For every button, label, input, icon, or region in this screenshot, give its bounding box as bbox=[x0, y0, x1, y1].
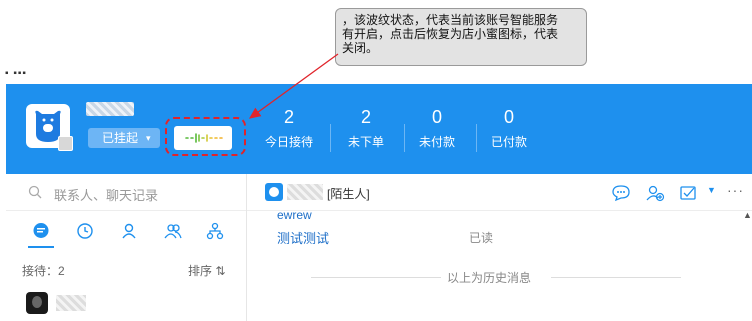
chat-panel: [陌生人] ▼ ··· ewrew 测试测试 已读 以上为历史消息 ▲ bbox=[247, 174, 752, 321]
stat-label: 未下单 bbox=[347, 135, 384, 149]
search-placeholder: 联系人、聊天记录 bbox=[54, 188, 159, 203]
contact-avatar[interactable] bbox=[26, 292, 48, 314]
stat-divider bbox=[476, 124, 477, 152]
stranger-tag: [陌生人] bbox=[327, 187, 370, 201]
search-box[interactable]: 联系人、聊天记录 bbox=[6, 174, 246, 211]
annotation-callout: ，该波纹状态，代表当前该账号智能服务 有开启，点击后恢复为店小蜜图标，代表 关闭… bbox=[335, 8, 587, 66]
chat-contact-name-blurred bbox=[287, 184, 323, 200]
clock-icon[interactable] bbox=[76, 222, 94, 240]
stat-not-ordered[interactable]: 2 未下单 bbox=[335, 106, 397, 150]
divider-line bbox=[311, 277, 441, 278]
message-text: 测试测试 bbox=[277, 231, 330, 246]
stat-value: 0 bbox=[503, 107, 514, 127]
history-divider-label: 以上为历史消息 bbox=[447, 271, 532, 285]
read-status: 已读 bbox=[469, 231, 494, 245]
stat-label: 已付款 bbox=[490, 135, 527, 149]
chat-avatar bbox=[265, 183, 283, 201]
account-name-blurred bbox=[86, 102, 134, 116]
sort-button[interactable]: 排序 ⇅ bbox=[188, 262, 225, 279]
chevron-down-icon: ▾ bbox=[146, 133, 151, 143]
annotation-line-1: ，该波纹状态，代表当前该账号智能服务 bbox=[342, 13, 559, 27]
person-icon[interactable] bbox=[120, 222, 138, 240]
search-icon bbox=[28, 185, 42, 199]
shop-logo[interactable] bbox=[26, 104, 73, 151]
stat-unpaid[interactable]: 0 未付款 bbox=[406, 106, 468, 150]
clipped-title-fragment: ▪ ▪▪▪ bbox=[5, 68, 27, 79]
stat-divider bbox=[330, 124, 331, 152]
group-icon[interactable] bbox=[164, 222, 182, 240]
stat-value: 2 bbox=[283, 107, 294, 127]
chat-icon[interactable] bbox=[32, 222, 50, 240]
reception-count: 接待：2 bbox=[22, 264, 65, 278]
scroll-up-icon[interactable]: ▲ bbox=[743, 210, 752, 220]
add-contact-icon[interactable] bbox=[645, 184, 665, 202]
divider-line bbox=[551, 277, 681, 278]
chat-bubble-icon[interactable] bbox=[611, 184, 631, 202]
status-dropdown-button[interactable]: 已挂起 ▾ bbox=[88, 128, 160, 148]
status-label: 已挂起 bbox=[102, 131, 139, 145]
annotation-line-2: 有开启，点击后恢复为店小蜜图标，代表 bbox=[342, 27, 559, 41]
stat-label: 今日接待 bbox=[264, 135, 313, 149]
stat-divider bbox=[404, 124, 405, 152]
stat-today-reception[interactable]: 2 今日接待 bbox=[258, 106, 320, 150]
stat-label: 未付款 bbox=[418, 135, 455, 149]
chevron-down-icon[interactable]: ▼ bbox=[707, 185, 716, 195]
chat-header: [陌生人] ▼ ··· bbox=[247, 174, 752, 211]
contact-panel: 联系人、聊天记录 接待：2 排序 ⇅ bbox=[6, 174, 247, 321]
stat-paid[interactable]: 0 已付款 bbox=[478, 106, 540, 150]
contact-tabs bbox=[6, 214, 246, 248]
workbench-header: 已挂起 ▾ 2 今日接待 2 未下单 0 未付款 0 已付款 bbox=[6, 84, 752, 174]
message-text: ewrew bbox=[277, 208, 312, 222]
active-tab-indicator bbox=[28, 246, 54, 248]
annotation-line-3: 关闭。 bbox=[342, 41, 379, 55]
order-form-icon[interactable] bbox=[679, 184, 699, 202]
status-badge-icon bbox=[58, 136, 73, 151]
contact-name-blurred[interactable] bbox=[56, 295, 86, 311]
more-options-icon[interactable]: ··· bbox=[727, 182, 744, 198]
stat-value: 2 bbox=[360, 107, 371, 127]
stat-value: 0 bbox=[431, 107, 442, 127]
org-icon[interactable] bbox=[206, 222, 224, 240]
highlight-box bbox=[165, 117, 246, 156]
